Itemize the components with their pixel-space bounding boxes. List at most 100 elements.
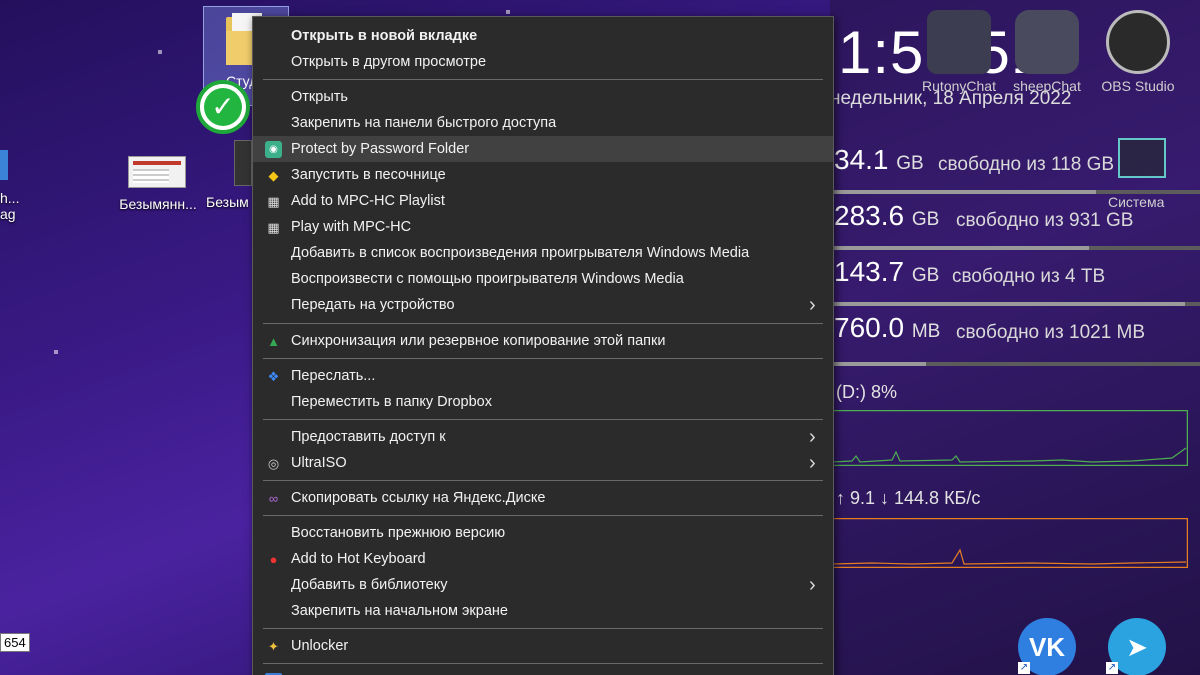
menu-item-open[interactable]: Открыть: [253, 84, 833, 110]
disk-activity-graph: [832, 410, 1188, 466]
menu-item-label: Add to Hot Keyboard: [291, 551, 426, 567]
menu-item-label: Закрепить на начальном экране: [291, 603, 508, 619]
menu-item-play-mpc[interactable]: ▦ Play with MPC-HC: [253, 214, 833, 240]
menu-item-label: Play with MPC-HC: [291, 219, 412, 235]
shortcut-arrow-icon: ↗: [1018, 662, 1030, 674]
menu-item-label: Открыть в новой вкладке: [291, 28, 478, 44]
menu-item-pin-quick-access[interactable]: Закрепить на панели быстрого доступа: [253, 110, 833, 136]
drive-free-text: свободно из 931 GB: [956, 210, 1134, 231]
menu-separator: [263, 663, 823, 664]
menu-item-move-to-dropbox[interactable]: Переместить в папку Dropbox: [253, 389, 833, 415]
menu-item-label: Add to MPC-HC Playlist: [291, 193, 445, 209]
chevron-right-icon: ›: [809, 452, 816, 474]
tooltip: 654: [0, 633, 30, 652]
drive-free-text: свободно из 4 TB: [952, 266, 1106, 287]
menu-item-label: Открыть в другом просмотре: [291, 54, 487, 70]
app-label: sheepChat: [1013, 78, 1081, 94]
app-icon: [0, 150, 8, 180]
drive-free-value: 283.6 GB: [834, 200, 940, 231]
desktop-icon-label: h...: [0, 190, 20, 206]
chevron-right-icon: ›: [809, 574, 816, 596]
disk-activity-label: (D:) 8%: [836, 382, 898, 402]
menu-item-google-drive-sync[interactable]: ▲ Синхронизация или резервное копировани…: [253, 328, 833, 354]
unlocker-icon: ✦: [268, 639, 279, 654]
hot-keyboard-icon: ●: [269, 552, 278, 567]
menu-separator: [263, 628, 823, 629]
menu-item-sandbox[interactable]: ◆ Запустить в песочнице: [253, 162, 833, 188]
drive-row: 143.7 GB свободно из 4 TB: [830, 250, 1200, 306]
menu-item-open-new-tab[interactable]: Открыть в новой вкладке: [253, 23, 833, 49]
sheep-chat-icon: [1015, 10, 1079, 74]
network-activity-graph: [832, 518, 1188, 568]
app-sheepchat[interactable]: sheepChat: [1010, 10, 1084, 94]
drive-free-value: 143.7 GB: [834, 256, 940, 287]
context-menu: Открыть в новой вкладке Открыть в другом…: [252, 16, 834, 675]
menu-separator: [263, 79, 823, 80]
desktop-icon-image-1[interactable]: Безымянн...: [116, 156, 200, 212]
lock-camera-icon: ◉: [265, 141, 282, 158]
menu-item-give-access[interactable]: Предоставить доступ к ›: [253, 424, 833, 450]
menu-item-yandex-link[interactable]: ∞ Скопировать ссылку на Яндекс.Диске: [253, 485, 833, 511]
menu-separator: [263, 515, 823, 516]
drive-free-value: 34.1 GB: [834, 144, 924, 175]
menu-item-hot-keyboard[interactable]: ● Add to Hot Keyboard: [253, 546, 833, 572]
app-obs[interactable]: OBS Studio: [1098, 10, 1178, 94]
film-icon: ▦: [267, 220, 280, 235]
menu-item-ultraiso[interactable]: ◎ UltraISO ›: [253, 450, 833, 476]
desktop-icon-image-2[interactable]: Безым: [206, 140, 252, 210]
network-speed-label: ↑ 9.1 ↓ 144.8 КБ/с: [836, 488, 981, 508]
menu-item-label: Воспроизвести с помощью проигрывателя Wi…: [291, 271, 684, 287]
menu-item-open-other-view[interactable]: Открыть в другом просмотре: [253, 49, 833, 75]
star-dot: [158, 50, 162, 54]
menu-item-pin-start[interactable]: Закрепить на начальном экране: [253, 598, 833, 624]
dropbox-icon: ❖: [267, 369, 280, 384]
drive-row: 760.0 MB свободно из 1021 MB: [830, 306, 1200, 362]
desktop-icon-label: ag: [0, 206, 16, 222]
desktop-icon-partial[interactable]: h... ag: [0, 150, 20, 222]
image-thumbnail-icon: [128, 156, 186, 188]
menu-item-add-to-library[interactable]: Добавить в библиотеку ›: [253, 572, 833, 598]
menu-item-label: Открыть: [291, 89, 348, 105]
chevron-right-icon: ›: [809, 670, 816, 675]
link-icon: ∞: [268, 491, 279, 506]
menu-item-label: Передать на устройство: [291, 297, 455, 313]
menu-item-play-wmp[interactable]: Воспроизвести с помощью проигрывателя Wi…: [253, 266, 833, 292]
menu-item-label: Добавить в библиотеку: [291, 577, 448, 593]
menu-item-restore-version[interactable]: Восстановить прежнюю версию: [253, 520, 833, 546]
star-dot: [506, 10, 510, 14]
app-label: RutonyChat: [922, 78, 996, 94]
chevron-right-icon: ›: [809, 294, 816, 316]
obs-icon: [1106, 10, 1170, 74]
star-dot: [54, 350, 58, 354]
app-rutonychat[interactable]: RutonyChat: [922, 10, 996, 94]
drive-usage-bar: [830, 362, 926, 366]
menu-item-label: Скопировать ссылку на Яндекс.Диске: [291, 490, 546, 506]
drive-free-text: свободно из 1021 MB: [956, 322, 1146, 343]
menu-item-label: Добавить в список воспроизведения проигр…: [291, 245, 750, 261]
menu-separator: [263, 480, 823, 481]
menu-item-protect-password-folder[interactable]: ◉ Protect by Password Folder: [253, 136, 833, 162]
menu-item-label: UltraISO: [291, 455, 347, 471]
drive-free-text: свободно из 118 GB: [938, 154, 1115, 175]
menu-item-label: Предоставить доступ к: [291, 429, 446, 445]
sandbox-icon: ◆: [268, 168, 279, 183]
menu-item-cast-to-device[interactable]: Передать на устройство ›: [253, 292, 833, 318]
menu-item-mpc-playlist[interactable]: ▦ Add to MPC-HC Playlist: [253, 188, 833, 214]
menu-item-dropbox-send[interactable]: ❖ Переслать...: [253, 363, 833, 389]
ultraiso-icon: ◎: [267, 456, 280, 471]
menu-item-label: Восстановить прежнюю версию: [291, 525, 506, 541]
sync-check-icon: ✓: [196, 80, 250, 134]
system-icon[interactable]: [1118, 138, 1166, 178]
chevron-right-icon: ›: [809, 426, 816, 448]
system-label[interactable]: Система: [1108, 194, 1164, 210]
shortcut-arrow-icon: ↗: [1106, 662, 1118, 674]
film-icon: ▦: [267, 194, 280, 209]
menu-separator: [263, 323, 823, 324]
google-drive-icon: ▲: [267, 334, 280, 349]
menu-item-unlocker[interactable]: ✦ Unlocker: [253, 633, 833, 659]
menu-item-label: Синхронизация или резервное копирование …: [291, 333, 666, 349]
menu-item-add-wmp-list[interactable]: Добавить в список воспроизведения проигр…: [253, 240, 833, 266]
menu-item-label: Protect by Password Folder: [291, 141, 470, 157]
drive-free-value: 760.0 MB: [834, 312, 941, 343]
menu-item-more[interactable]: ›: [253, 668, 833, 675]
